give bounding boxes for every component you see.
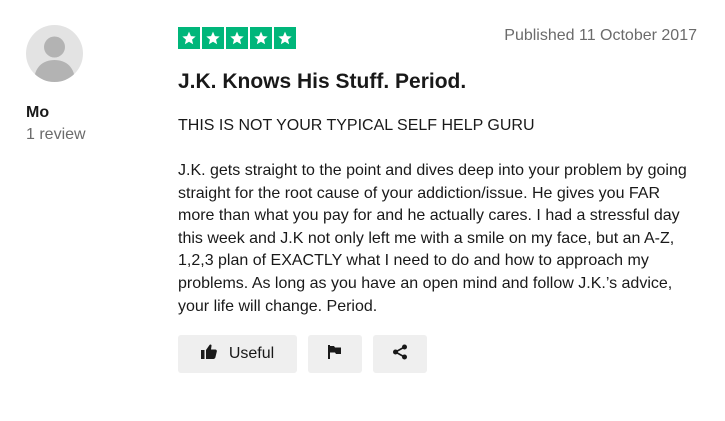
- review-title[interactable]: J.K. Knows His Stuff. Period.: [178, 70, 466, 94]
- share-icon: [392, 344, 408, 365]
- author-review-count: 1 review: [26, 126, 86, 143]
- review-actions: Useful: [178, 335, 427, 373]
- star-icon: [226, 27, 248, 49]
- useful-label: Useful: [228, 345, 275, 362]
- useful-button[interactable]: Useful: [178, 335, 297, 373]
- flag-button[interactable]: [308, 335, 362, 373]
- flag-icon: [328, 344, 342, 364]
- star-rating: [178, 27, 296, 49]
- user-silhouette-icon: [34, 36, 75, 82]
- author-name[interactable]: Mo: [26, 104, 49, 122]
- review-subtitle: THIS IS NOT YOUR TYPICAL SELF HELP GURU: [178, 117, 535, 134]
- star-icon: [274, 27, 296, 49]
- review-card: Mo 1 review Published 11 October 2017 J.…: [0, 0, 725, 421]
- review-body: J.K. gets straight to the point and dive…: [178, 162, 687, 315]
- star-icon: [250, 27, 272, 49]
- thumbs-up-icon: [200, 344, 217, 364]
- star-icon: [202, 27, 224, 49]
- share-button[interactable]: [373, 335, 427, 373]
- star-icon: [178, 27, 200, 49]
- published-date: Published 11 October 2017: [504, 27, 697, 44]
- avatar[interactable]: [26, 25, 83, 82]
